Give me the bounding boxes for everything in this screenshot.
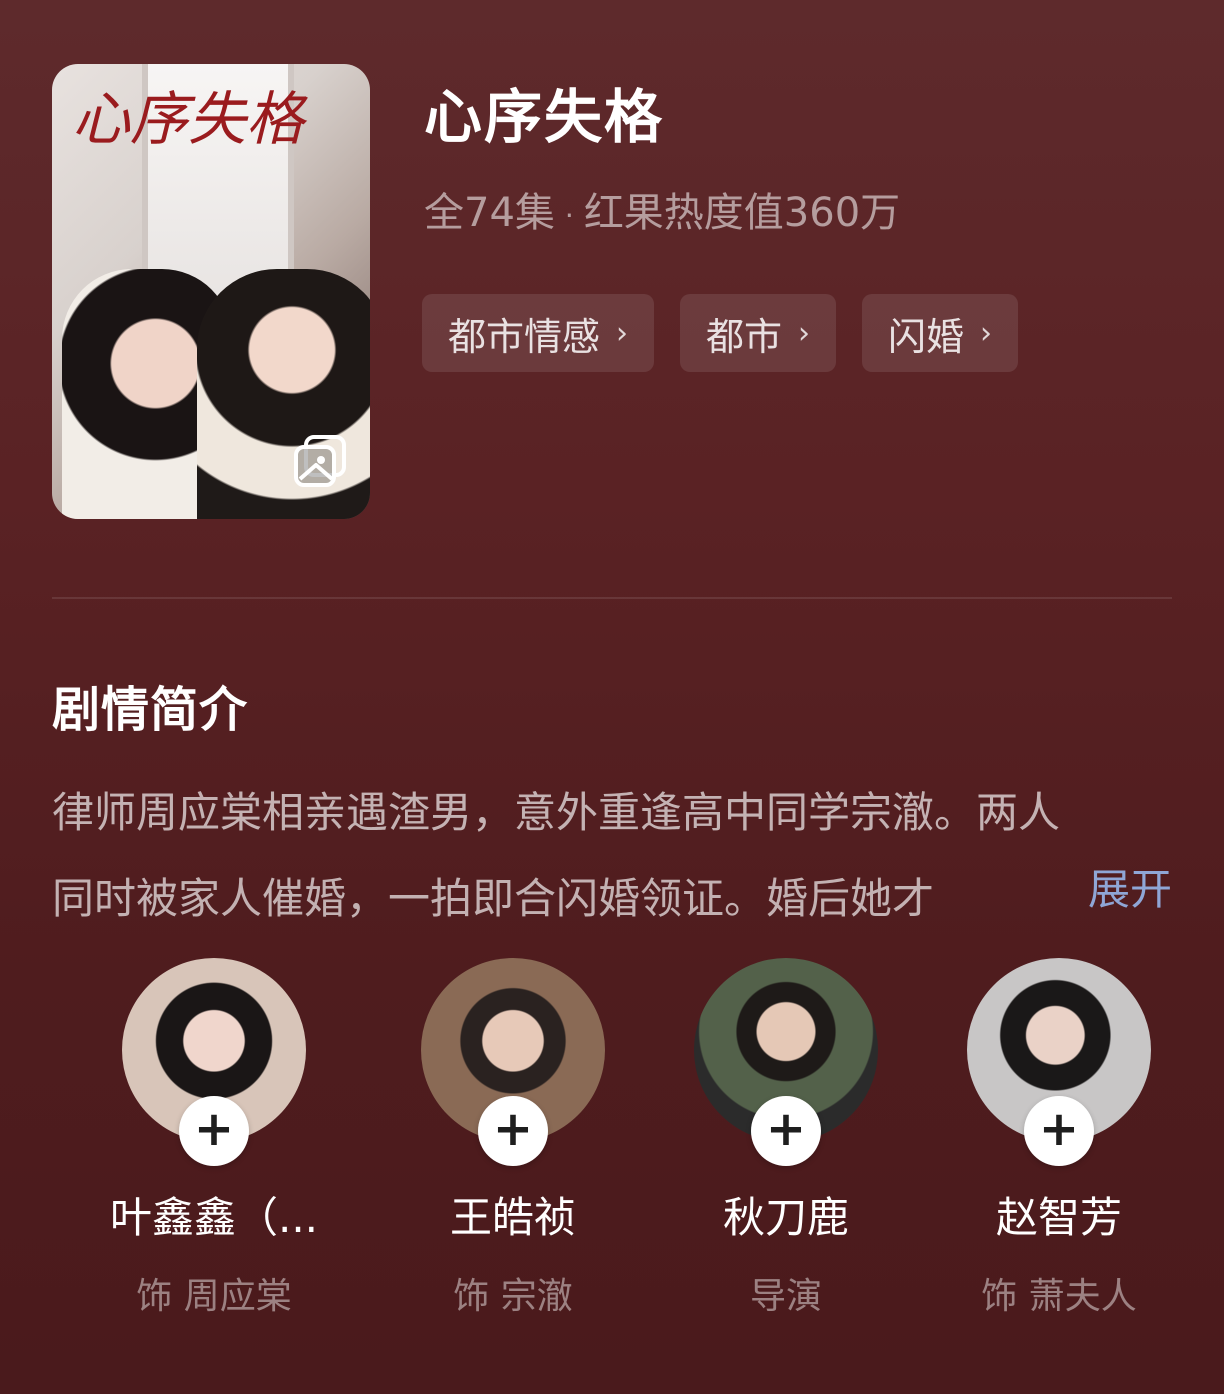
- expand-button[interactable]: 展开: [1088, 856, 1172, 917]
- tag-label: 都市情感: [448, 314, 601, 359]
- drama-meta: 全74集 · 红果热度值360万: [424, 180, 900, 238]
- tag-urban-romance[interactable]: 都市情感 ›: [422, 294, 655, 372]
- plus-icon: +: [1038, 1101, 1080, 1157]
- follow-button[interactable]: +: [751, 1096, 821, 1166]
- cast-name: 秋刀鹿: [722, 1193, 849, 1242]
- tag-label: 闪婚: [888, 314, 965, 359]
- follow-button[interactable]: +: [179, 1096, 249, 1166]
- drama-title: 心序失格: [424, 83, 665, 151]
- chevron-right-icon: ›: [616, 315, 629, 351]
- follow-button[interactable]: +: [1024, 1096, 1094, 1166]
- cast-name: 赵智芳: [995, 1193, 1122, 1242]
- synopsis-text[interactable]: 律师周应棠相亲遇渣男，意外重逢高中同学宗澈。两人 同时被家人催婚，一拍即合闪婚领…: [52, 770, 1172, 942]
- synopsis-heading: 剧情简介: [52, 682, 249, 738]
- cast-role: 导演: [749, 1276, 822, 1317]
- drama-detail-page: 心序失格 心序失格 全74集 · 红果热度值360万 都市情感 › 都市 › 闪婚 …: [0, 0, 1224, 1394]
- plus-icon: +: [765, 1101, 807, 1157]
- synopsis-line-2: 同时被家人催婚，一拍即合闪婚领证。婚后她才: [52, 874, 935, 923]
- cast-role: 饰 萧夫人: [981, 1276, 1137, 1317]
- cast-member[interactable]: + 秋刀鹿 导演: [656, 958, 916, 1319]
- synopsis-line-1: 律师周应棠相亲遇渣男，意外重逢高中同学宗澈。两人: [52, 788, 1061, 837]
- plus-icon: +: [193, 1101, 235, 1157]
- cast-name: 王皓祯: [449, 1193, 576, 1242]
- section-divider: [52, 597, 1172, 599]
- plus-icon: +: [492, 1101, 534, 1157]
- meta-separator: ·: [564, 198, 574, 232]
- chevron-right-icon: ›: [798, 315, 811, 351]
- follow-button[interactable]: +: [478, 1096, 548, 1166]
- cast-member[interactable]: + 叶鑫鑫（... 饰 周应棠: [84, 958, 344, 1319]
- chevron-right-icon: ›: [980, 315, 993, 351]
- poster-title-art: 心序失格: [72, 85, 305, 153]
- cast-member[interactable]: + 赵智芳 饰 萧夫人: [929, 958, 1189, 1319]
- tag-urban[interactable]: 都市 ›: [680, 294, 837, 372]
- cast-role: 饰 周应棠: [136, 1276, 292, 1317]
- cast-role: 饰 宗澈: [453, 1276, 573, 1317]
- genre-tags: 都市情感 › 都市 › 闪婚 ›: [422, 294, 1019, 372]
- tag-label: 都市: [706, 314, 783, 359]
- episode-count: 全74集: [424, 190, 555, 236]
- cast-member[interactable]: + 王皓祯 饰 宗澈: [383, 958, 643, 1319]
- cast-name: 叶鑫鑫（...: [109, 1193, 319, 1242]
- cast-list: + 叶鑫鑫（... 饰 周应棠 + 王皓祯 饰 宗澈 + 秋刀鹿 导演 + 赵智…: [0, 958, 1224, 1378]
- tag-flash-marriage[interactable]: 闪婚 ›: [862, 294, 1019, 372]
- gallery-icon[interactable]: [292, 433, 348, 489]
- poster-image[interactable]: 心序失格: [52, 64, 370, 519]
- heat-value: 红果热度值360万: [583, 190, 901, 236]
